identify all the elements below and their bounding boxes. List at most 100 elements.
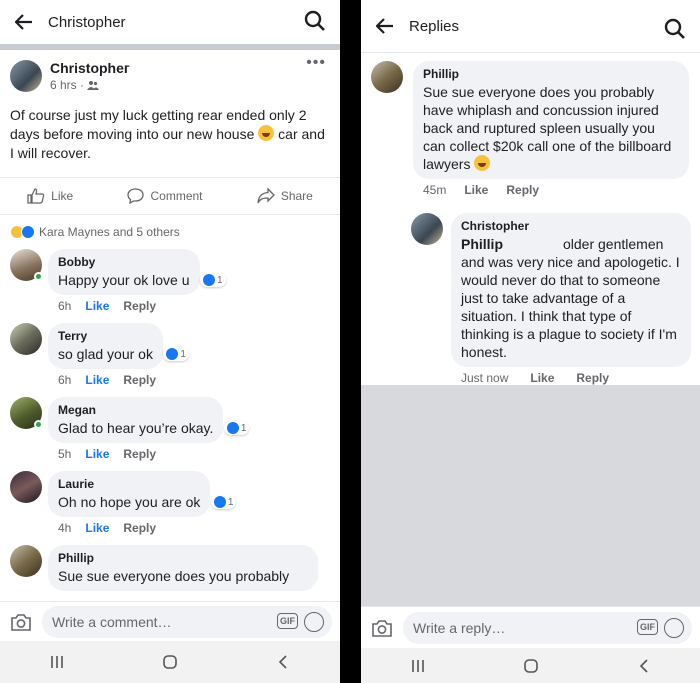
gif-icon[interactable]: GIF <box>637 618 658 635</box>
grin-emoji-icon <box>258 125 275 141</box>
comment-author[interactable]: Christopher <box>461 219 681 233</box>
comment-bubble: Christopher Phillip older gentlemen and w… <box>451 213 691 367</box>
replies-panel: Replies Phillip Sue sue everyone does yo… <box>361 0 700 683</box>
post-time: 6 hrs · <box>50 78 85 92</box>
search-icon[interactable] <box>664 18 688 42</box>
comment-time: Just now <box>461 371 509 385</box>
comment-reply-button[interactable]: Reply <box>123 521 156 535</box>
comment-reply-button[interactable]: Reply <box>123 447 156 461</box>
comment-text: Sue sue everyone does you probably <box>58 568 290 584</box>
comment-reply-button[interactable]: Reply <box>123 373 156 387</box>
divider <box>361 52 700 53</box>
wink-emoji-icon <box>474 155 491 171</box>
android-nav-bar <box>0 641 340 683</box>
comment-like-button[interactable]: Like <box>464 183 488 197</box>
like-reaction-icon <box>21 225 35 239</box>
back-arrow-icon[interactable] <box>373 14 397 38</box>
post-author[interactable]: Christopheг <box>50 60 130 76</box>
recent-apps-icon[interactable] <box>403 651 433 681</box>
comment-time: 5h <box>58 447 72 461</box>
more-options-icon[interactable]: ••• <box>306 54 326 72</box>
back-icon[interactable] <box>629 651 659 681</box>
emoji-icon[interactable] <box>304 611 324 632</box>
comment-author[interactable]: Laurie <box>58 477 200 491</box>
back-icon[interactable] <box>268 647 298 677</box>
like-count-badge[interactable]: 1 <box>163 347 189 361</box>
android-nav-bar <box>361 648 700 683</box>
comment-bubble: Laurie Oh no hope you are ok 1 <box>48 471 237 517</box>
avatar[interactable] <box>371 61 403 93</box>
list-item: Phillip Sue sue everyone does you probab… <box>361 61 700 197</box>
comment-author[interactable]: Phillip <box>423 67 679 81</box>
comment-reply-button[interactable]: Reply <box>576 371 609 385</box>
comment-text: Glad to hear you’re okay. <box>58 420 214 436</box>
like-count-badge[interactable]: 1 <box>210 495 237 509</box>
home-icon[interactable] <box>155 647 185 677</box>
comment-author[interactable]: Megan <box>58 403 213 417</box>
reactions-summary[interactable]: Kara Maynes and 5 others <box>0 215 340 249</box>
camera-icon[interactable] <box>8 609 34 635</box>
like-count-badge[interactable]: 1 <box>223 421 250 435</box>
comment-button[interactable]: Comment <box>127 188 203 204</box>
mention-link[interactable]: Phillip <box>461 236 503 252</box>
reply-composer: Write a reply… GIF <box>361 606 700 648</box>
list-item: Terry so glad your ok 1 6h Like Reply <box>0 323 340 387</box>
post-panel: Christopher Christopheг 6 hrs · ••• Of c… <box>0 0 340 683</box>
comment-text: Oh no hope you are ok <box>58 494 201 510</box>
home-icon[interactable] <box>516 651 546 681</box>
like-reaction-icon <box>166 348 179 360</box>
list-item: Phillip Sue sue everyone does you probab… <box>0 545 340 591</box>
comment-like-button[interactable]: Like <box>85 299 109 313</box>
like-button[interactable]: Like <box>27 188 73 204</box>
comment-bubble: Phillip Sue sue everyone does you probab… <box>413 61 689 179</box>
comment-text: so glad your ok <box>58 346 153 362</box>
search-icon[interactable] <box>304 10 328 34</box>
comment-composer: Write a comment… GIF <box>0 601 340 641</box>
empty-area <box>361 385 700 606</box>
comment-time: 6h <box>58 373 72 387</box>
reply-input[interactable]: Write a reply… GIF <box>403 611 692 644</box>
avatar[interactable] <box>10 545 42 577</box>
comment-author[interactable]: Bobby <box>58 255 190 269</box>
comment-text: Sue sue everyone does you probably have … <box>423 84 672 172</box>
camera-icon[interactable] <box>369 615 395 641</box>
comment-author[interactable]: Phillip <box>58 551 308 565</box>
avatar[interactable] <box>10 471 42 503</box>
comment-like-button[interactable]: Like <box>530 371 554 385</box>
post-actions: Like Comment Share <box>0 177 340 215</box>
comment-time: 4h <box>58 521 72 535</box>
list-item: Christopher Phillip older gentlemen and w… <box>361 213 700 385</box>
recent-apps-icon[interactable] <box>42 647 72 677</box>
comment-text: Happy your ok love u <box>58 272 190 288</box>
comment-reply-button[interactable]: Reply <box>123 299 156 313</box>
comment-input[interactable]: Write a comment… GIF <box>42 605 332 638</box>
list-item: Megan Glad to hear you’re okay. 1 5h Lik… <box>0 397 340 461</box>
comment-bubble: Megan Glad to hear you’re okay. 1 <box>48 397 250 443</box>
comment-reply-button[interactable]: Reply <box>506 183 539 197</box>
emoji-icon[interactable] <box>664 617 684 638</box>
comment-bubble: Bobby Happy your ok love u 1 <box>48 249 226 295</box>
avatar[interactable] <box>411 213 443 245</box>
comment-time: 45m <box>423 183 447 197</box>
comment-icon <box>127 188 145 204</box>
like-count-badge[interactable]: 1 <box>199 273 226 287</box>
avatar[interactable] <box>10 323 42 355</box>
avatar[interactable] <box>10 60 42 92</box>
share-button[interactable]: Share <box>257 188 313 204</box>
comment-author[interactable]: Terry <box>58 329 153 343</box>
gif-icon[interactable]: GIF <box>277 612 298 629</box>
avatar[interactable] <box>10 249 43 281</box>
comment-like-button[interactable]: Like <box>85 373 109 387</box>
like-reaction-icon <box>226 422 239 434</box>
page-title: Replies <box>409 17 460 35</box>
top-bar: Replies <box>361 0 700 52</box>
avatar[interactable] <box>10 397 43 429</box>
comment-time: 6h <box>58 299 72 313</box>
thumbs-up-icon <box>27 188 45 204</box>
like-reaction-icon <box>202 274 215 286</box>
back-arrow-icon[interactable] <box>12 10 36 34</box>
list-item: Laurie Oh no hope you are ok 1 4h Like R… <box>0 471 340 535</box>
comment-like-button[interactable]: Like <box>85 447 109 461</box>
comment-like-button[interactable]: Like <box>85 521 109 535</box>
page-title: Christopher <box>48 13 126 31</box>
